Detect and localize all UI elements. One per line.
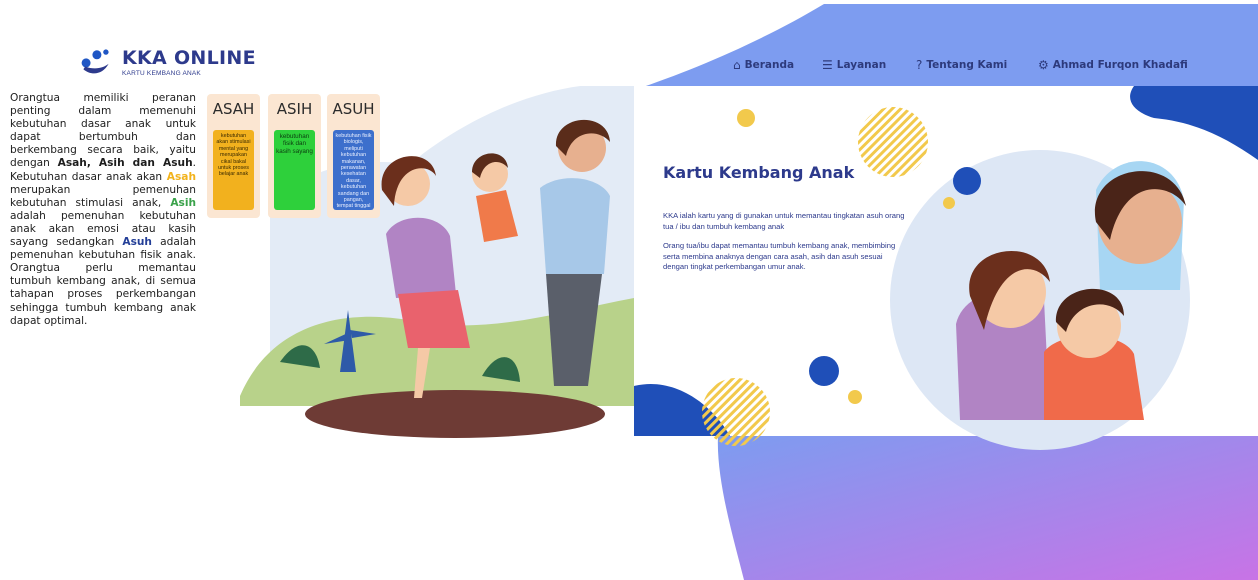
intro-text: adalah pemenuhan kebutuhan fisik anak. O… xyxy=(10,236,197,327)
card-asah: ASAH kebutuhan akan stimulasi mental yan… xyxy=(207,94,260,218)
family-illustration xyxy=(240,86,634,438)
right-panel: ⌂ Beranda ☰ Layanan ? Tentang Kami ⚙ Ahm… xyxy=(634,0,1258,580)
nav-layanan-label: Layanan xyxy=(836,59,887,71)
card-asih-text: kebutuhan fisik dan kasih sayang xyxy=(274,130,315,210)
card-asuh: ASUH kebutuhan fisik biologis, meliputi … xyxy=(327,94,380,218)
brand-name: KKA ONLINE xyxy=(122,46,256,69)
card-asuh-title: ASUH xyxy=(332,100,375,118)
brand-tagline: KARTU KEMBANG ANAK xyxy=(122,69,201,77)
card-asuh-text: kebutuhan fisik biologis, meliputi kebut… xyxy=(333,130,374,210)
hero-title: Kartu Kembang Anak xyxy=(663,163,855,182)
keyword-asih: Asih xyxy=(170,196,196,209)
nav-user-label: Ahmad Furqon Khadafi xyxy=(1052,59,1188,71)
nav-beranda-label: Beranda xyxy=(744,59,795,71)
card-asih-title: ASIH xyxy=(276,100,313,118)
card-asih: ASIH kebutuhan fisik dan kasih sayang xyxy=(268,94,321,218)
intro-text: merupakan pemenuhan kebutuhan stimulasi … xyxy=(10,183,196,209)
brand-logo[interactable]: KKA ONLINE KARTU KEMBANG ANAK xyxy=(78,44,256,80)
question-icon: ? xyxy=(916,58,923,72)
hero-background xyxy=(634,4,1258,580)
intro-keywords: Asah, Asih dan Asuh xyxy=(57,157,193,170)
home-icon: ⌂ xyxy=(733,58,741,72)
keyword-asah: Asah xyxy=(166,170,196,183)
hero-description: KKA ialah kartu yang di gunakan untuk me… xyxy=(663,211,907,282)
nav-tentang-kami[interactable]: ? Tentang Kami xyxy=(916,58,1007,72)
left-panel: KKA ONLINE KARTU KEMBANG ANAK Orangtua m… xyxy=(0,0,634,580)
top-navigation: ⌂ Beranda ☰ Layanan ? Tentang Kami ⚙ Ahm… xyxy=(634,58,1258,78)
card-asah-title: ASAH xyxy=(212,100,255,118)
keyword-asuh: Asuh xyxy=(122,236,152,249)
nav-beranda[interactable]: ⌂ Beranda xyxy=(733,58,794,72)
hero-desc-2: Orang tua/ibu dapat memantau tumbuh kemb… xyxy=(663,241,896,272)
nav-layanan[interactable]: ☰ Layanan xyxy=(822,58,886,72)
card-asah-text: kebutuhan akan stimulasi mental yang mer… xyxy=(213,130,254,210)
document-icon: ☰ xyxy=(822,58,833,72)
kka-logo-icon xyxy=(81,49,109,74)
intro-paragraph: Orangtua memiliki peranan penting dalam … xyxy=(10,92,196,328)
nav-user-profile[interactable]: ⚙ Ahmad Furqon Khadafi xyxy=(1038,58,1188,72)
nav-tentang-kami-label: Tentang Kami xyxy=(926,59,1008,71)
gear-icon: ⚙ xyxy=(1038,58,1049,72)
hero-desc-1: KKA ialah kartu yang di gunakan untuk me… xyxy=(663,211,905,231)
